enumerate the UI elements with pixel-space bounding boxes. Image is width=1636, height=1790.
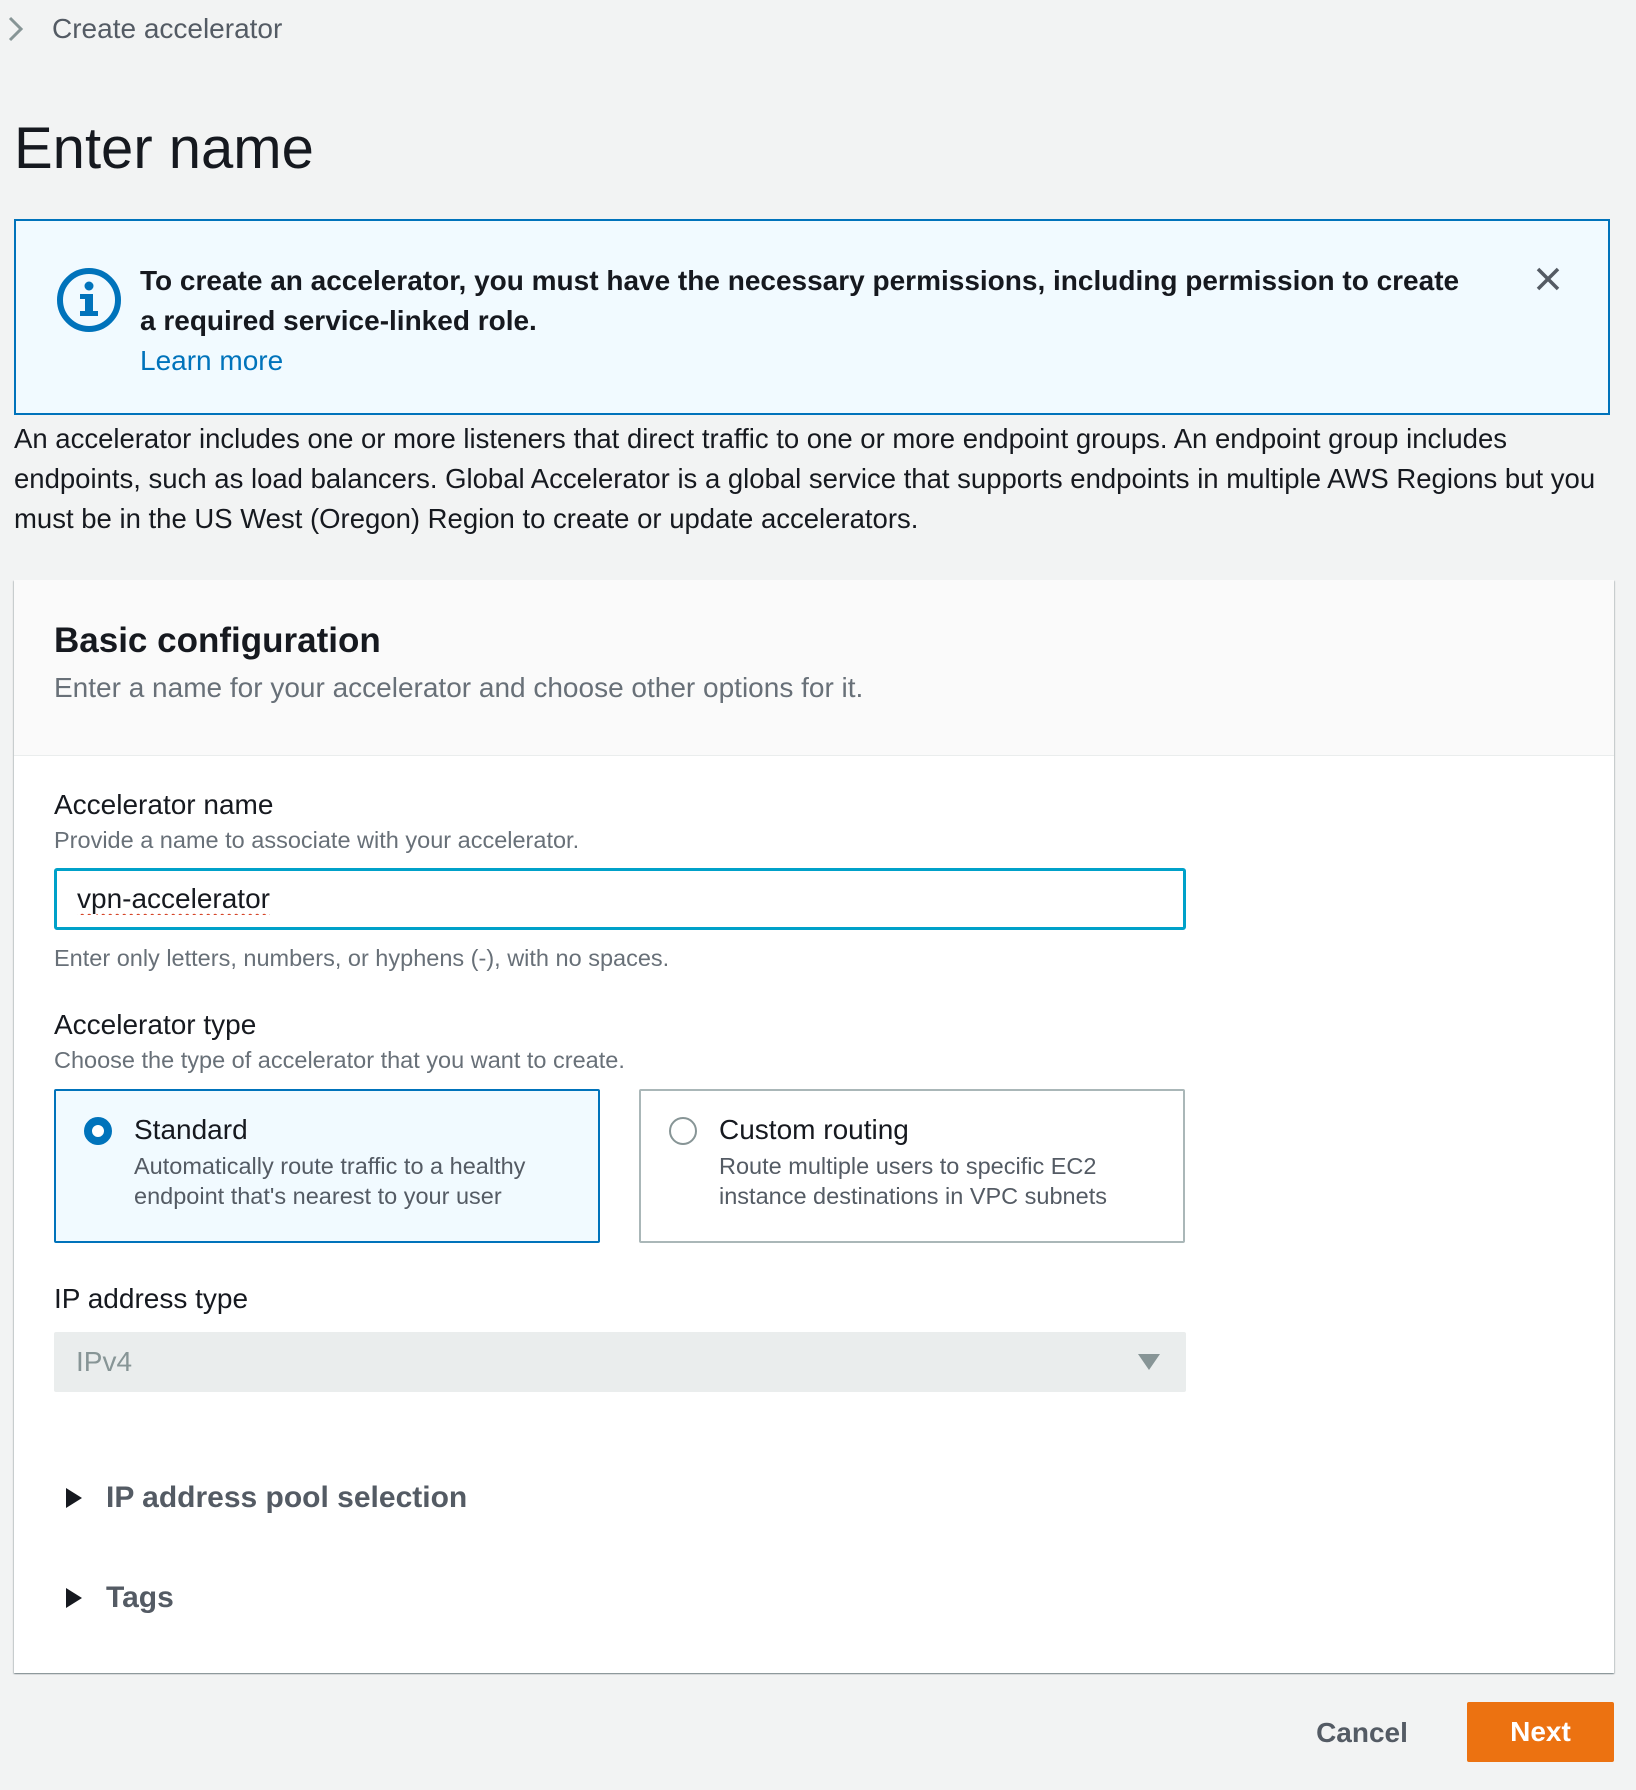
chevron-right-icon [8,16,24,42]
ip-address-type-select[interactable]: IPv4 [54,1332,1186,1392]
accelerator-type-description: Choose the type of accelerator that you … [54,1047,625,1073]
breadcrumb-item-create-accelerator[interactable]: Create accelerator [52,13,282,45]
ip-address-type-label: IP address type [54,1283,249,1314]
container-header: Basic configuration Enter a name for you… [14,580,1614,756]
tile-title: Custom routing [719,1114,909,1145]
tile-title: Standard [134,1114,248,1145]
basic-configuration-container: Basic configuration Enter a name for you… [14,580,1614,1673]
page: Create accelerator Enter name To create … [0,0,1636,1790]
container-subtitle: Enter a name for your accelerator and ch… [54,672,864,703]
container-title: Basic configuration [54,621,381,660]
tile-description: Route multiple users to specific EC2 ins… [719,1153,1107,1209]
page-title: Enter name [14,116,314,181]
page-description: An accelerator includes one or more list… [14,423,1596,534]
alert-message: To create an accelerator, you must have … [140,265,1460,336]
cancel-button[interactable]: Cancel [1300,1704,1424,1762]
breadcrumb: Create accelerator [0,6,282,52]
caret-down-icon [1138,1354,1160,1370]
learn-more-link[interactable]: Learn more [140,341,283,381]
accelerator-type-custom-routing-tile[interactable]: Custom routing Route multiple users to s… [639,1089,1185,1243]
info-icon [57,268,121,332]
accelerator-name-constraint: Enter only letters, numbers, or hyphens … [54,945,670,971]
expander-label: Tags [106,1581,174,1614]
caret-right-icon [66,1488,82,1508]
caret-right-icon [66,1588,82,1608]
close-icon[interactable] [1528,259,1568,299]
ip-address-type-value: IPv4 [76,1346,133,1377]
next-button[interactable]: Next [1467,1702,1614,1762]
ip-address-pool-selection-expander[interactable]: IP address pool selection [64,1476,467,1520]
accelerator-type-label: Accelerator type [54,1009,257,1040]
accelerator-name-input[interactable] [54,868,1186,930]
accelerator-name-label: Accelerator name [54,789,274,820]
tile-description: Automatically route traffic to a healthy… [134,1153,526,1209]
info-alert: To create an accelerator, you must have … [14,219,1610,415]
accelerator-type-standard-tile[interactable]: Standard Automatically route traffic to … [54,1089,600,1243]
radio-button-custom-routing[interactable] [669,1117,697,1145]
expander-label: IP address pool selection [106,1481,468,1514]
radio-button-standard[interactable] [84,1117,112,1145]
tags-expander[interactable]: Tags [64,1576,174,1620]
accelerator-name-description: Provide a name to associate with your ac… [54,827,580,853]
